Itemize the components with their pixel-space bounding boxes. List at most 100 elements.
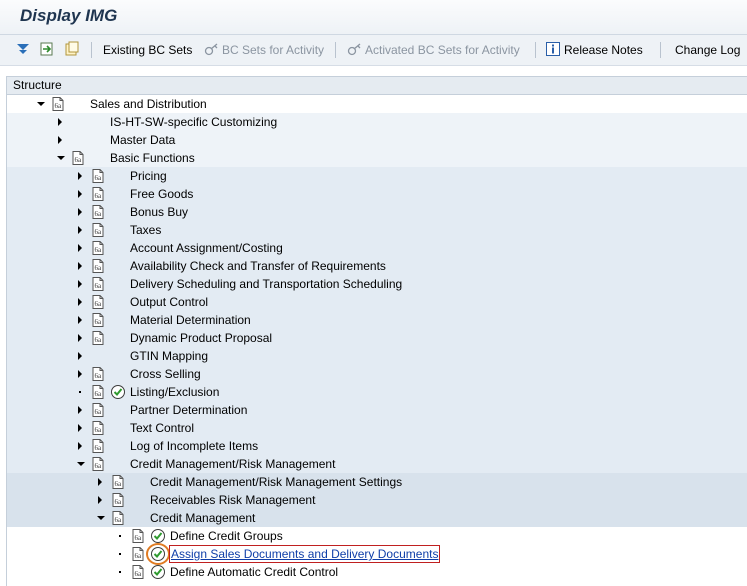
documentation-icon[interactable]: 6a [50, 96, 66, 112]
tree-node-label[interactable]: Basic Functions [110, 151, 195, 165]
selected-node[interactable]: Assign Sales Documents and Delivery Docu… [169, 545, 440, 563]
expand-arrow-icon[interactable] [58, 118, 62, 126]
documentation-icon[interactable]: 6a [110, 474, 126, 490]
expand-arrow-icon[interactable] [78, 208, 82, 216]
release-notes-button[interactable]: Release Notes [564, 42, 643, 58]
tree-node-label[interactable]: Define Automatic Credit Control [170, 565, 338, 579]
tree-node[interactable]: 6a Text Control [7, 419, 747, 437]
tree-node-label[interactable]: Text Control [130, 421, 194, 435]
expand-arrow-icon[interactable] [78, 172, 82, 180]
tree-node-label[interactable]: Define Credit Groups [170, 529, 283, 543]
tree-node-label[interactable]: Taxes [130, 223, 161, 237]
expand-arrow-icon[interactable] [78, 280, 82, 288]
tree-node[interactable]: 6a Assign Sales Documents and Delivery Do… [7, 543, 747, 565]
expand-arrow-icon[interactable] [78, 370, 82, 378]
tree-node[interactable]: 6a Cross Selling [7, 365, 747, 383]
tree-node[interactable]: 6a Dynamic Product Proposal [7, 329, 747, 347]
documentation-icon[interactable]: 6a [70, 150, 86, 166]
expand-arrow-icon[interactable] [78, 424, 82, 432]
tree-node[interactable]: 6a Output Control [7, 293, 747, 311]
documentation-icon[interactable]: 6a [90, 366, 106, 382]
expand-arrow-icon[interactable] [78, 406, 82, 414]
execute-activity-icon[interactable] [146, 543, 170, 565]
tree-node[interactable]: 6a Define Automatic Credit Control [7, 563, 747, 581]
tree-node-label[interactable]: Master Data [110, 133, 175, 147]
tree-node[interactable]: 6a Receivables Risk Management [7, 491, 747, 509]
tree-node[interactable]: 6a Pricing [7, 167, 747, 185]
documentation-icon[interactable]: 6a [90, 240, 106, 256]
documentation-icon[interactable]: 6a [90, 294, 106, 310]
collapse-arrow-icon[interactable] [77, 462, 85, 466]
tree-node[interactable]: 6a Availability Check and Transfer of Req… [7, 257, 747, 275]
documentation-icon[interactable]: 6a [90, 330, 106, 346]
tree-node-label[interactable]: Bonus Buy [130, 205, 188, 219]
expand-subtree-icon[interactable] [15, 41, 31, 57]
tree-node[interactable]: 6a Material Determination [7, 311, 747, 329]
note-icon[interactable] [64, 41, 80, 57]
tree-node-label[interactable]: Account Assignment/Costing [130, 241, 283, 255]
documentation-icon[interactable]: 6a [90, 222, 106, 238]
documentation-icon[interactable]: 6a [90, 258, 106, 274]
tree-node-label[interactable]: Free Goods [130, 187, 193, 201]
expand-arrow-icon[interactable] [78, 298, 82, 306]
documentation-icon[interactable]: 6a [110, 492, 126, 508]
tree-node[interactable]: 6a Taxes [7, 221, 747, 239]
documentation-icon[interactable]: 6a [90, 456, 106, 472]
collapse-arrow-icon[interactable] [37, 102, 45, 106]
expand-arrow-icon[interactable] [78, 442, 82, 450]
tree-node-label[interactable]: Material Determination [130, 313, 251, 327]
documentation-icon[interactable]: 6a [90, 276, 106, 292]
tree-node-label[interactable]: Receivables Risk Management [150, 493, 315, 507]
tree-node[interactable]: 6a Account Assignment/Costing [7, 239, 747, 257]
expand-arrow-icon[interactable] [78, 262, 82, 270]
tree-node-label[interactable]: Output Control [130, 295, 208, 309]
tree-node-label[interactable]: Availability Check and Transfer of Requi… [130, 259, 386, 273]
activated-bc-sets-button[interactable]: Activated BC Sets for Activity [365, 42, 520, 58]
tree-node[interactable]: 6a Sales and Distribution [7, 95, 747, 113]
execute-activity-icon[interactable] [110, 383, 126, 401]
tree-node[interactable]: 6a Credit Management/Risk Management Sett… [7, 473, 747, 491]
tree-node[interactable]: 6a Bonus Buy [7, 203, 747, 221]
documentation-icon[interactable]: 6a [90, 168, 106, 184]
execute-activity-icon[interactable] [150, 563, 166, 581]
documentation-icon[interactable]: 6a [130, 528, 146, 544]
tree-node-label[interactable]: IS-HT-SW-specific Customizing [110, 115, 277, 129]
documentation-icon[interactable]: 6a [90, 384, 106, 400]
expand-arrow-icon[interactable] [78, 244, 82, 252]
expand-arrow-icon[interactable] [78, 190, 82, 198]
tree-node[interactable]: IS-HT-SW-specific Customizing [7, 113, 747, 131]
documentation-icon[interactable]: 6a [90, 186, 106, 202]
expand-arrow-icon[interactable] [78, 316, 82, 324]
documentation-icon[interactable]: 6a [90, 438, 106, 454]
collapse-arrow-icon[interactable] [97, 516, 105, 520]
tree-node-label[interactable]: Credit Management/Risk Management [130, 457, 335, 471]
tree-node[interactable]: 6a Partner Determination [7, 401, 747, 419]
tree-node[interactable]: 6a Define Credit Groups [7, 527, 747, 545]
tree-node[interactable]: 6a Listing/Exclusion [7, 383, 747, 401]
expand-arrow-icon[interactable] [78, 226, 82, 234]
tree-node[interactable]: GTIN Mapping [7, 347, 747, 365]
tree-node-label[interactable]: Assign Sales Documents and Delivery Docu… [171, 547, 438, 561]
tree-node-label[interactable]: GTIN Mapping [130, 349, 208, 363]
tree-node-label[interactable]: Credit Management/Risk Management Settin… [150, 475, 402, 489]
bc-sets-for-activity-button[interactable]: BC Sets for Activity [222, 42, 324, 58]
expand-arrow-icon[interactable] [78, 352, 82, 360]
find-icon[interactable] [39, 41, 55, 57]
documentation-icon[interactable]: 6a [110, 510, 126, 526]
expand-arrow-icon[interactable] [78, 334, 82, 342]
documentation-icon[interactable]: 6a [130, 546, 146, 562]
tree-node-label[interactable]: Log of Incomplete Items [130, 439, 258, 453]
tree-node-label[interactable]: Listing/Exclusion [130, 385, 219, 399]
expand-arrow-icon[interactable] [98, 496, 102, 504]
tree-node[interactable]: Master Data [7, 131, 747, 149]
tree-node[interactable]: 6a Credit Management/Risk Management [7, 455, 747, 473]
tree-node-label[interactable]: Partner Determination [130, 403, 247, 417]
tree-node-label[interactable]: Delivery Scheduling and Transportation S… [130, 277, 402, 291]
tree-node-label[interactable]: Credit Management [150, 511, 255, 525]
documentation-icon[interactable]: 6a [90, 402, 106, 418]
tree-node[interactable]: 6a Free Goods [7, 185, 747, 203]
change-log-button[interactable]: Change Log [675, 42, 740, 58]
tree-node-label[interactable]: Cross Selling [130, 367, 201, 381]
tree-node[interactable]: 6a Delivery Scheduling and Transportation… [7, 275, 747, 293]
documentation-icon[interactable]: 6a [90, 420, 106, 436]
